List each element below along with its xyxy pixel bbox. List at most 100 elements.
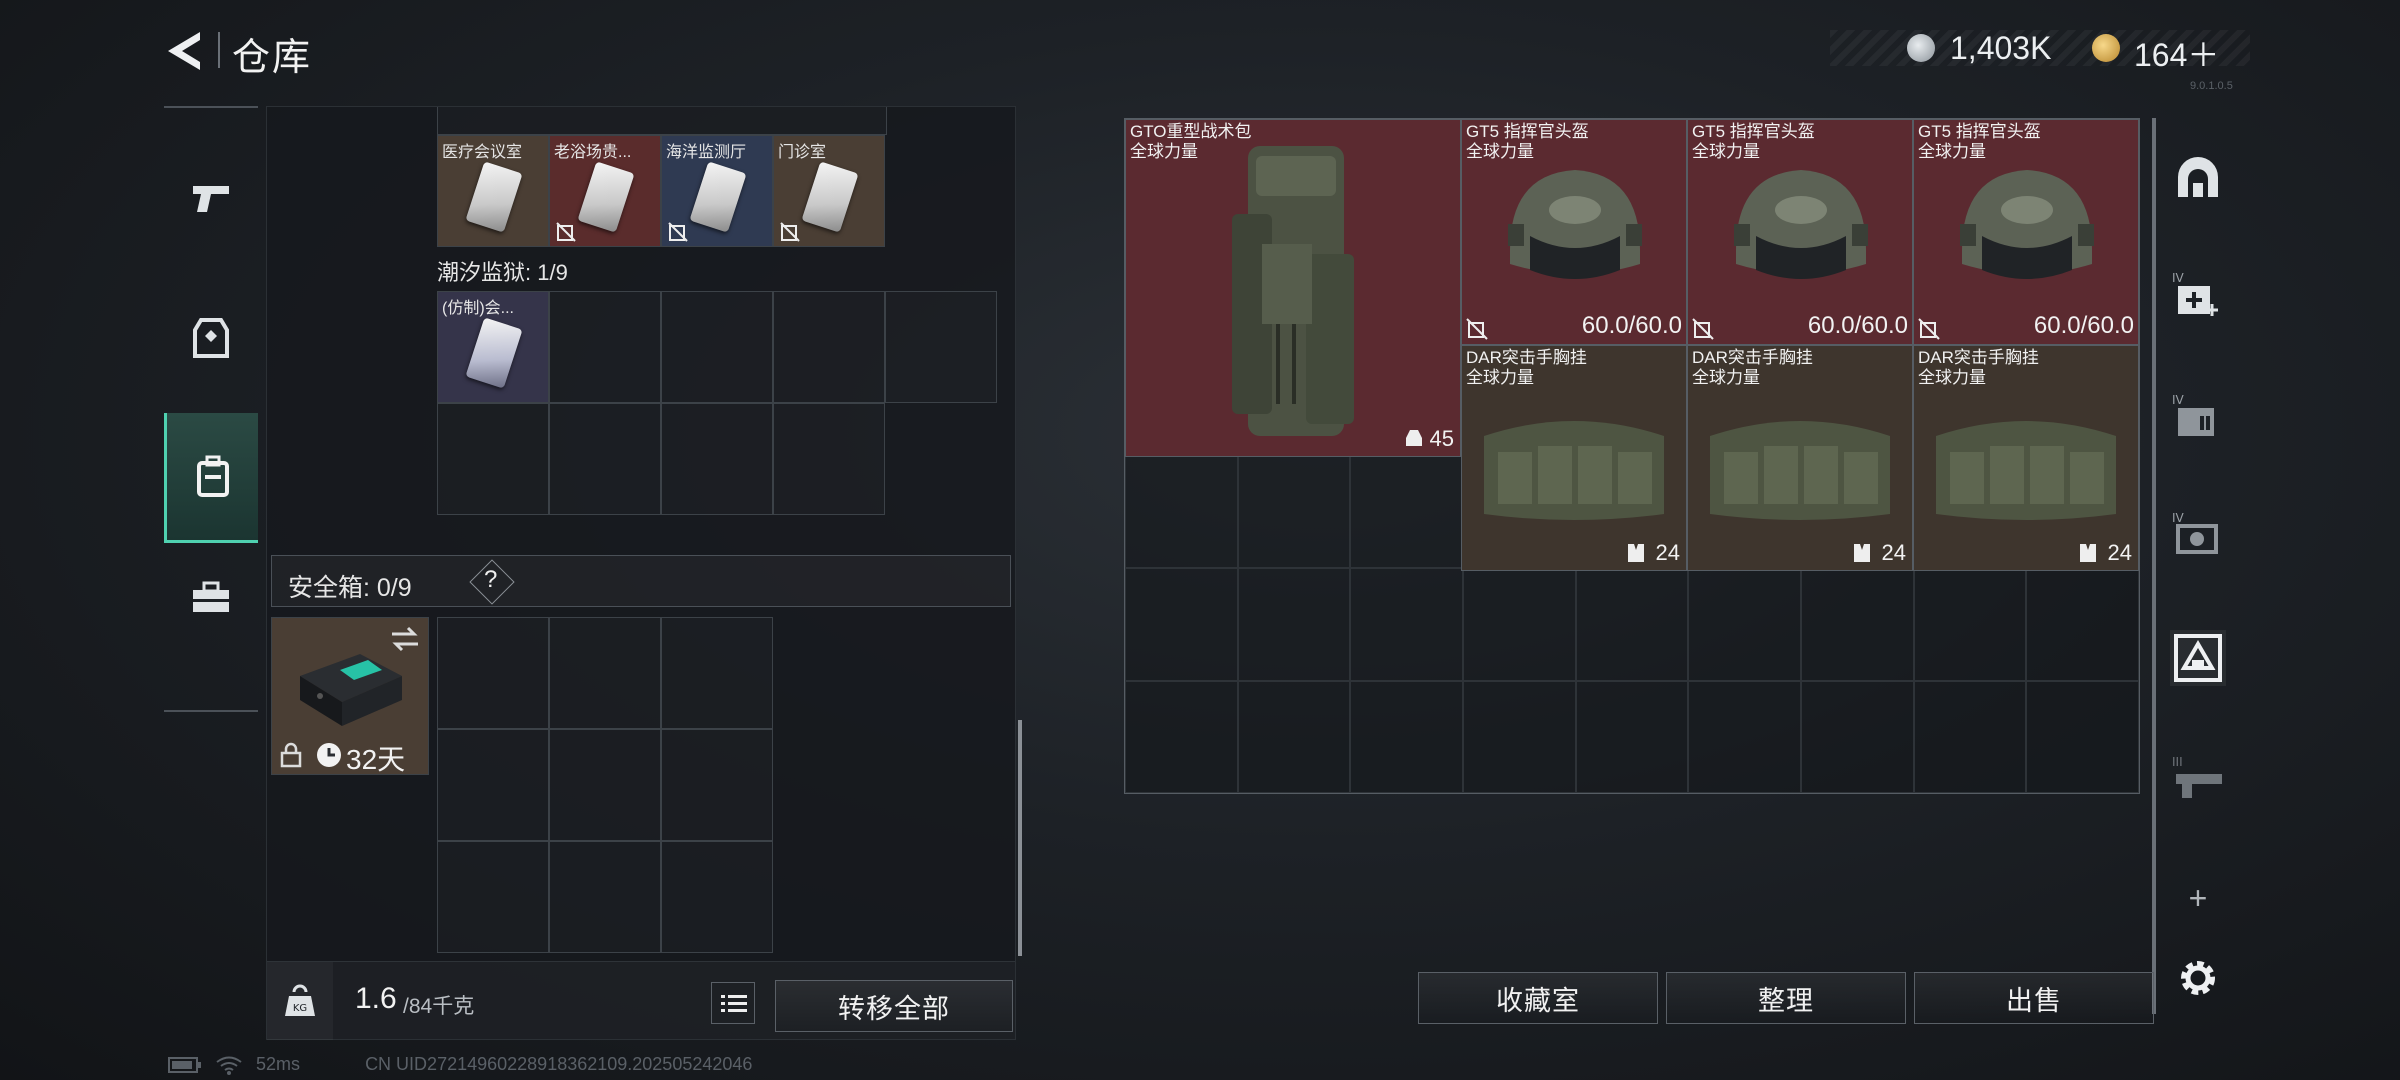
storage-tab-ammo[interactable]: IV bbox=[2170, 390, 2226, 446]
safe-grid-cell[interactable] bbox=[549, 841, 661, 953]
storage-grid-cell[interactable] bbox=[1350, 456, 1463, 569]
svg-text:IV: IV bbox=[2172, 271, 2185, 285]
unlink-icon bbox=[1918, 318, 1940, 340]
keycard-item[interactable]: 老浴场贵... bbox=[549, 135, 661, 247]
storage-grid-cell[interactable] bbox=[1575, 680, 1689, 793]
settings-button[interactable] bbox=[2170, 950, 2226, 1006]
storage-item[interactable]: GTO重型战术包 全球力量 45 bbox=[1125, 119, 1461, 457]
storage-tab-home[interactable] bbox=[2170, 150, 2226, 206]
storage-grid-cell[interactable] bbox=[1688, 680, 1801, 793]
storage-grid-cell[interactable] bbox=[1463, 568, 1576, 681]
storage-item[interactable]: DAR突击手胸挂 全球力量 24 bbox=[1687, 345, 1913, 571]
storage-grid-cell[interactable] bbox=[1237, 680, 1351, 793]
storage-item[interactable]: GT5 指挥官头盔 全球力量 60.0/60.0 bbox=[1687, 119, 1913, 345]
sell-button[interactable]: 出售 bbox=[1914, 972, 2154, 1024]
grid-cell[interactable] bbox=[549, 291, 661, 403]
item-capacity: 24 bbox=[1655, 540, 1680, 565]
key-frame-icon bbox=[2174, 634, 2222, 682]
storage-tab-equipment[interactable]: IV bbox=[2170, 508, 2226, 564]
keycard-label: 老浴场贵... bbox=[554, 144, 632, 161]
safe-box-item[interactable]: 32天 bbox=[271, 617, 429, 775]
wifi-icon bbox=[216, 1056, 242, 1076]
nav-armor[interactable] bbox=[164, 273, 258, 403]
nav-briefcase[interactable] bbox=[164, 533, 258, 663]
storage-grid-cell[interactable] bbox=[1913, 680, 2027, 793]
grid-cell[interactable] bbox=[549, 403, 661, 515]
svg-text:IV: IV bbox=[2172, 393, 2185, 407]
storage-tab-weapons[interactable]: III bbox=[2170, 752, 2226, 808]
lock-icon bbox=[280, 742, 302, 768]
keycard-item[interactable]: (仿制)会... bbox=[437, 291, 549, 403]
premium-currency-value[interactable]: 164＋ bbox=[2134, 30, 2219, 76]
right-scrollbar[interactable] bbox=[2152, 118, 2156, 1014]
grid-cell[interactable] bbox=[437, 403, 549, 515]
nav-backpack[interactable] bbox=[164, 413, 258, 543]
storage-tab-keys[interactable] bbox=[2170, 630, 2226, 686]
storage-grid-cell[interactable] bbox=[1801, 568, 1914, 681]
storage-grid-cell[interactable] bbox=[1237, 456, 1351, 569]
storage-grid-cell[interactable] bbox=[1237, 568, 1351, 681]
organize-button[interactable]: 整理 bbox=[1666, 972, 1906, 1024]
storage-tab-medical[interactable]: IV bbox=[2170, 268, 2226, 324]
left-scrollbar[interactable] bbox=[1018, 720, 1022, 956]
collection-room-button[interactable]: 收藏室 bbox=[1418, 972, 1658, 1024]
grid-cell[interactable] bbox=[773, 403, 885, 515]
add-tab-button[interactable]: + bbox=[2170, 870, 2226, 926]
safe-box-image bbox=[300, 654, 402, 726]
grid-cell[interactable] bbox=[661, 291, 773, 403]
storage-grid-cell[interactable] bbox=[1463, 680, 1576, 793]
item-capacity: 24 bbox=[1881, 540, 1906, 565]
unlink-icon bbox=[556, 222, 576, 242]
storage-grid-cell[interactable] bbox=[1913, 568, 2027, 681]
gold-triangle-icon[interactable] bbox=[2092, 34, 2120, 62]
storage-grid-cell[interactable] bbox=[1125, 680, 1238, 793]
capacity-icon bbox=[1406, 430, 1422, 446]
list-view-button[interactable] bbox=[711, 982, 755, 1024]
storage-grid-cell[interactable] bbox=[2026, 568, 2139, 681]
grid-cell[interactable] bbox=[661, 403, 773, 515]
back-button[interactable] bbox=[160, 26, 210, 76]
safe-grid-cell[interactable] bbox=[549, 617, 661, 729]
storage-grid-cell[interactable] bbox=[1575, 568, 1689, 681]
item-name: GT5 指挥官头盔 bbox=[1466, 122, 1589, 141]
safe-grid-cell[interactable] bbox=[549, 729, 661, 841]
storage-grid-cell[interactable] bbox=[2026, 680, 2139, 793]
keycard-item[interactable]: 海洋监测厅 bbox=[661, 135, 773, 247]
safe-grid-cell[interactable] bbox=[437, 617, 549, 729]
safe-grid-cell[interactable] bbox=[661, 841, 773, 953]
storage-grid-cell[interactable] bbox=[1350, 568, 1463, 681]
nav-weapons[interactable] bbox=[164, 133, 258, 263]
keycard-item[interactable]: 门诊室 bbox=[773, 135, 885, 247]
safe-grid-cell[interactable] bbox=[437, 841, 549, 953]
storage-item[interactable]: GT5 指挥官头盔 全球力量 60.0/60.0 bbox=[1461, 119, 1687, 345]
item-name: GT5 指挥官头盔 bbox=[1692, 122, 1815, 141]
storage-grid-cell[interactable] bbox=[1125, 456, 1238, 569]
armor-vest-icon bbox=[193, 318, 229, 358]
grid-row-partial bbox=[437, 107, 887, 135]
storage-grid-cell[interactable] bbox=[1350, 680, 1463, 793]
gear-kit-icon: IV bbox=[2172, 511, 2218, 554]
safe-grid-cell[interactable] bbox=[661, 617, 773, 729]
safe-grid-cell[interactable] bbox=[661, 729, 773, 841]
swap-icon[interactable] bbox=[390, 626, 420, 652]
storage-grid-cell[interactable] bbox=[1801, 680, 1914, 793]
item-durability: 60.0/60.0 bbox=[1581, 312, 1682, 339]
storage-item[interactable]: DAR突击手胸挂 全球力量 24 bbox=[1461, 345, 1687, 571]
weight-icon: KG bbox=[285, 984, 315, 1016]
storage-item[interactable]: GT5 指挥官头盔 全球力量 60.0/60.0 bbox=[1913, 119, 2139, 345]
help-icon[interactable]: ? bbox=[484, 566, 497, 594]
transfer-all-button[interactable]: 转移全部 bbox=[775, 980, 1013, 1032]
storage-grid-cell[interactable] bbox=[1688, 568, 1801, 681]
grid-cell[interactable] bbox=[773, 291, 885, 403]
safe-grid-cell[interactable] bbox=[437, 729, 549, 841]
keycard-image bbox=[577, 161, 635, 233]
storage-item[interactable]: DAR突击手胸挂 全球力量 24 bbox=[1913, 345, 2139, 571]
version-label: 9.0.1.0.5 bbox=[2190, 80, 2233, 92]
item-subtitle: 全球力量 bbox=[1466, 368, 1534, 387]
coin-value: 1,403K bbox=[1950, 30, 2052, 66]
storage-grid-cell[interactable] bbox=[1125, 568, 1238, 681]
keycard-item[interactable]: 医疗会议室 bbox=[437, 135, 549, 247]
svg-text:IV: IV bbox=[2172, 511, 2185, 525]
grid-cell[interactable] bbox=[885, 291, 997, 403]
back-arrow-icon bbox=[168, 32, 200, 70]
